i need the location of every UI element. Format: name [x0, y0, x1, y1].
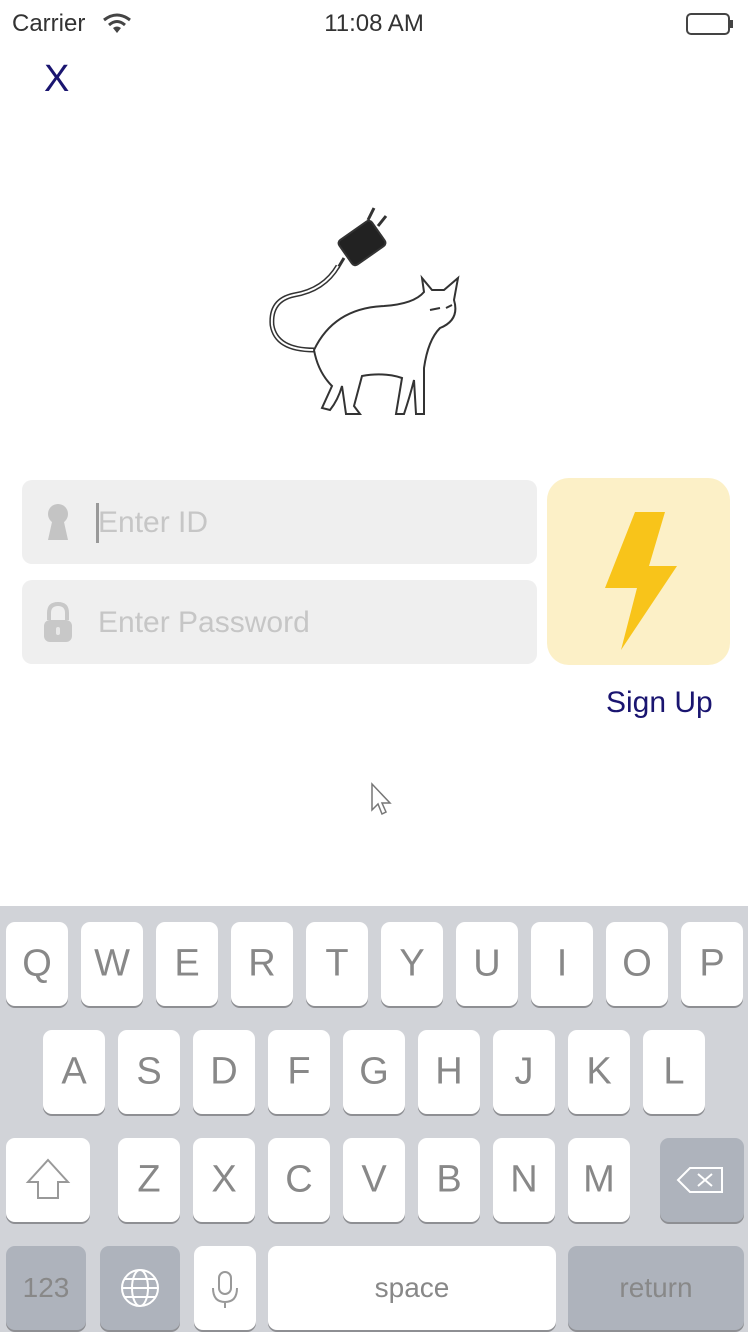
lock-icon — [44, 601, 72, 642]
battery-icon — [686, 13, 733, 35]
globe-key[interactable] — [100, 1246, 180, 1330]
key-w[interactable]: W — [81, 922, 143, 1006]
user-icon — [48, 504, 68, 540]
login-button[interactable] — [547, 478, 730, 665]
key-k[interactable]: K — [568, 1030, 630, 1114]
status-bar: Carrier 11:08 AM — [0, 0, 748, 48]
key-s[interactable]: S — [118, 1030, 180, 1114]
key-z[interactable]: Z — [118, 1138, 180, 1222]
key-y[interactable]: Y — [381, 922, 443, 1006]
key-g[interactable]: G — [343, 1030, 405, 1114]
cat-plug-logo — [269, 207, 460, 415]
key-o[interactable]: O — [606, 922, 668, 1006]
key-r[interactable]: R — [231, 922, 293, 1006]
microphone-key[interactable] — [194, 1246, 256, 1330]
key-e[interactable]: E — [156, 922, 218, 1006]
id-input[interactable] — [96, 480, 530, 566]
key-f[interactable]: F — [268, 1030, 330, 1114]
id-field-container — [22, 480, 537, 566]
return-key[interactable]: return — [568, 1246, 744, 1330]
key-a[interactable]: A — [43, 1030, 105, 1114]
key-u[interactable]: U — [456, 922, 518, 1006]
shift-icon — [25, 1158, 71, 1199]
key-b[interactable]: B — [418, 1138, 480, 1222]
backspace-key[interactable] — [660, 1138, 744, 1222]
key-m[interactable]: M — [568, 1138, 630, 1222]
text-caret — [96, 503, 99, 543]
password-field-container — [22, 580, 537, 666]
key-x[interactable]: X — [193, 1138, 255, 1222]
close-button[interactable]: X — [44, 58, 69, 101]
key-n[interactable]: N — [493, 1138, 555, 1222]
key-j[interactable]: J — [493, 1030, 555, 1114]
key-v[interactable]: V — [343, 1138, 405, 1222]
microphone-icon — [212, 1271, 238, 1308]
space-key[interactable]: space — [268, 1246, 556, 1330]
clock: 11:08 AM — [324, 10, 424, 37]
backspace-icon — [676, 1167, 723, 1193]
lightning-bolt-icon — [605, 512, 677, 650]
numbers-key[interactable]: 123 — [6, 1246, 86, 1330]
key-q[interactable]: Q — [6, 922, 68, 1006]
shift-key[interactable] — [6, 1138, 90, 1222]
keyboard: Q W E R T Y U I O P A S D F G H J K L Z … — [0, 906, 748, 1332]
key-h[interactable]: H — [418, 1030, 480, 1114]
sign-up-link[interactable]: Sign Up — [606, 686, 713, 720]
key-d[interactable]: D — [193, 1030, 255, 1114]
mouse-cursor-icon — [371, 782, 392, 816]
globe-icon — [121, 1269, 159, 1307]
password-input[interactable] — [96, 580, 530, 666]
key-p[interactable]: P — [681, 922, 743, 1006]
key-c[interactable]: C — [268, 1138, 330, 1222]
key-t[interactable]: T — [306, 922, 368, 1006]
key-l[interactable]: L — [643, 1030, 705, 1114]
key-i[interactable]: I — [531, 922, 593, 1006]
